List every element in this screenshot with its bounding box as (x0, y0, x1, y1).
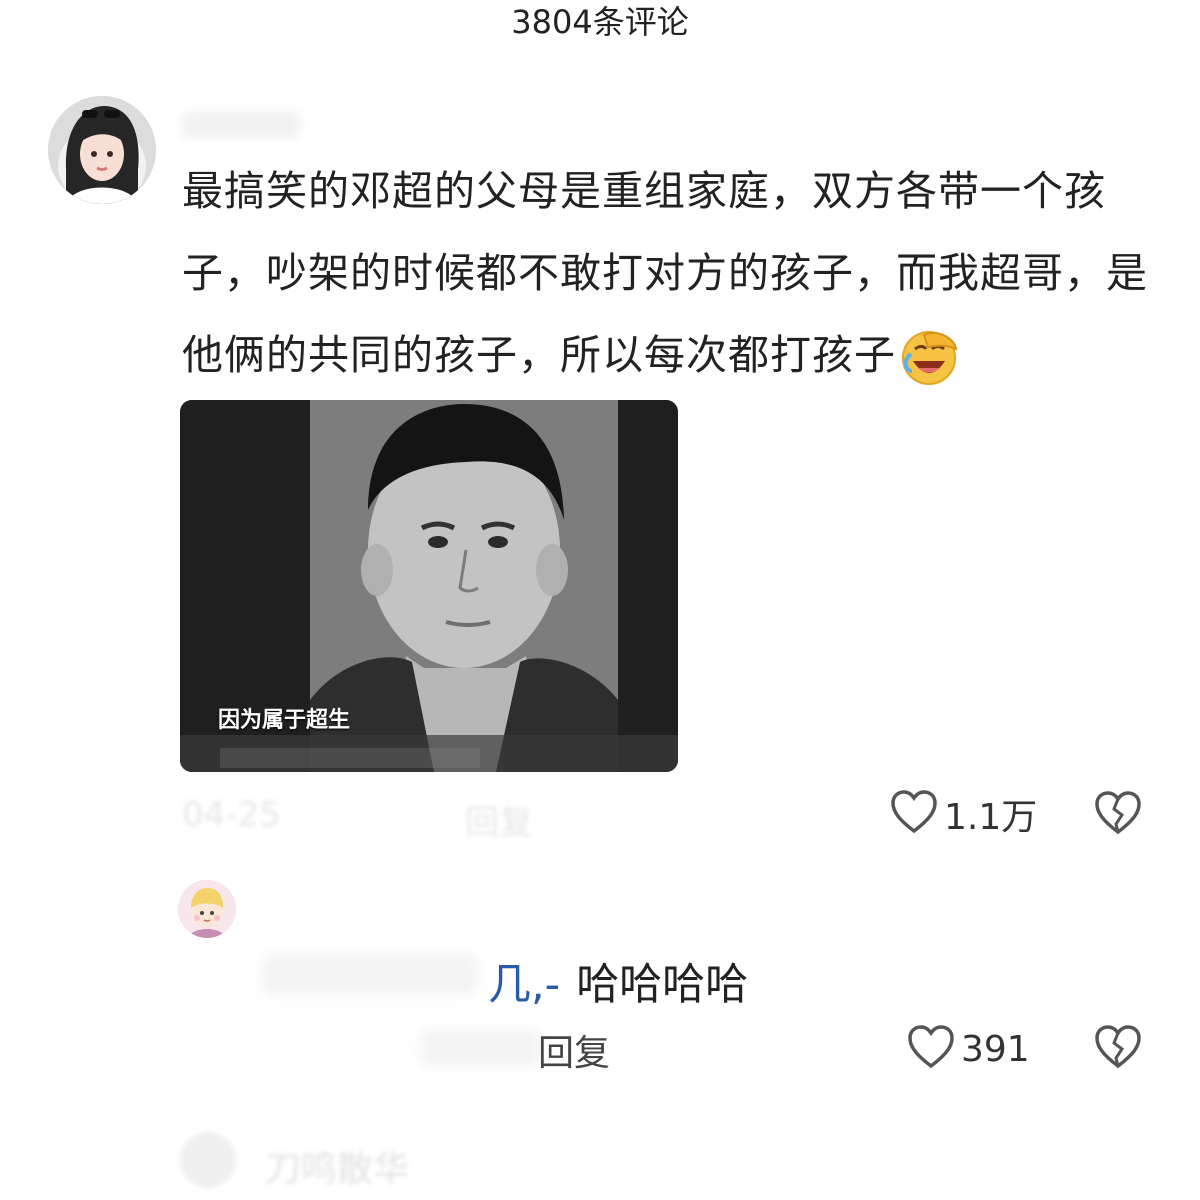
commenter-username-blurred[interactable] (182, 112, 300, 138)
broken-heart-icon (1094, 791, 1142, 840)
comment-dislike-button[interactable] (1094, 790, 1142, 840)
replier-avatar[interactable] (178, 880, 236, 938)
comment-body: 最搞笑的邓超的父母是重组家庭，双方各带一个孩子，吵架的时候都不敢打对方的孩子，而… (182, 150, 1167, 396)
laughing-facepalm-emoji-icon (898, 327, 960, 389)
reply-date-blurred (420, 1030, 540, 1066)
comment-page: 3804条评论 最搞笑的邓超的父母是重组家庭，双方各带一个孩子，吵架的时候都不敢… (0, 0, 1200, 1200)
image-subtitle: 因为属于超生 (218, 708, 351, 733)
comment-like-button[interactable]: 1.1万 (890, 788, 1037, 840)
comment-date: 04-25 (182, 795, 281, 835)
reply-body: 几,- 哈哈哈哈 (488, 950, 748, 1012)
comment-like-count: 1.1万 (944, 797, 1038, 838)
next-commenter-name[interactable]: 刀鸣散华 (265, 1140, 409, 1192)
reply-like-count: 391 (961, 1028, 1030, 1070)
broken-heart-icon (1094, 1025, 1142, 1074)
comment-reply-link[interactable]: 回复 (465, 795, 533, 844)
comment-image[interactable]: 因为属于超生 (180, 400, 678, 772)
reply-reply-link[interactable]: 回复 (538, 1024, 610, 1076)
heart-outline-icon (890, 789, 938, 839)
comment-text: 最搞笑的邓超的父母是重组家庭，双方各带一个孩子，吵架的时候都不敢打对方的孩子，而… (182, 167, 1148, 379)
next-commenter-avatar[interactable] (180, 1132, 236, 1188)
comment-count-title: 3804条评论 (511, 3, 689, 41)
reply-mention-blurred[interactable] (262, 955, 477, 995)
reply-like-button[interactable]: 391 (907, 1024, 1030, 1074)
heart-outline-icon (907, 1024, 955, 1074)
reply-mention-suffix[interactable]: 几,- (488, 960, 560, 1010)
commenter-avatar[interactable] (48, 96, 156, 204)
reply-dislike-button[interactable] (1094, 1024, 1142, 1074)
reply-text: 哈哈哈哈 (576, 960, 749, 1010)
